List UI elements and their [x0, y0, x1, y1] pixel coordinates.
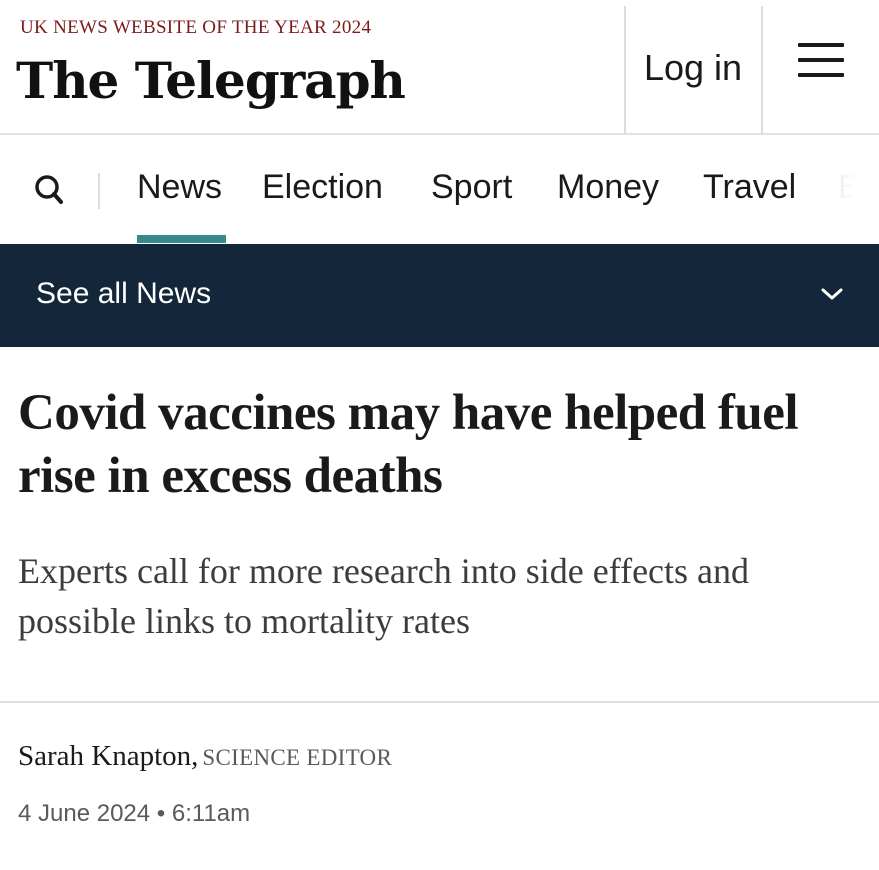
telegraph-logo[interactable]: The Telegraph — [16, 46, 406, 116]
byline-divider — [0, 701, 879, 703]
search-icon[interactable] — [32, 167, 66, 211]
article-standfirst: Experts call for more research into side… — [18, 551, 750, 641]
menu-bar — [798, 58, 844, 62]
masthead: UK NEWS WEBSITE OF THE YEAR 2024 The Tel… — [0, 0, 879, 135]
menu-bar — [798, 43, 844, 47]
nav-divider — [98, 173, 100, 209]
byline: Sarah Knapton, SCIENCE EDITOR — [18, 738, 392, 776]
author-name[interactable]: Sarah Knapton, — [18, 740, 198, 772]
nav-item-money[interactable]: Money — [557, 165, 659, 209]
primary-nav: News Election Sport Money Travel B — [0, 137, 879, 244]
menu-bar — [798, 73, 844, 77]
article-headline: Covid vaccines may have helped fuel rise… — [18, 385, 799, 504]
chevron-down-icon — [821, 288, 843, 300]
nav-item-partial[interactable]: B — [838, 165, 861, 209]
hamburger-menu-icon[interactable] — [763, 40, 879, 100]
nav-item-election[interactable]: Election — [262, 165, 383, 209]
nav-item-travel[interactable]: Travel — [703, 165, 796, 209]
see-all-news-bar[interactable]: See all News — [0, 244, 879, 347]
publish-date: 4 June 2024 • 6:11am — [18, 800, 251, 827]
see-all-news-label: See all News — [36, 277, 212, 310]
nav-item-news[interactable]: News — [137, 165, 222, 209]
login-button[interactable]: Log in — [626, 46, 760, 90]
nav-item-sport[interactable]: Sport — [431, 165, 512, 209]
author-role: SCIENCE EDITOR — [202, 745, 393, 770]
nav-active-indicator — [137, 235, 226, 243]
award-tagline: UK NEWS WEBSITE OF THE YEAR 2024 — [20, 17, 372, 38]
